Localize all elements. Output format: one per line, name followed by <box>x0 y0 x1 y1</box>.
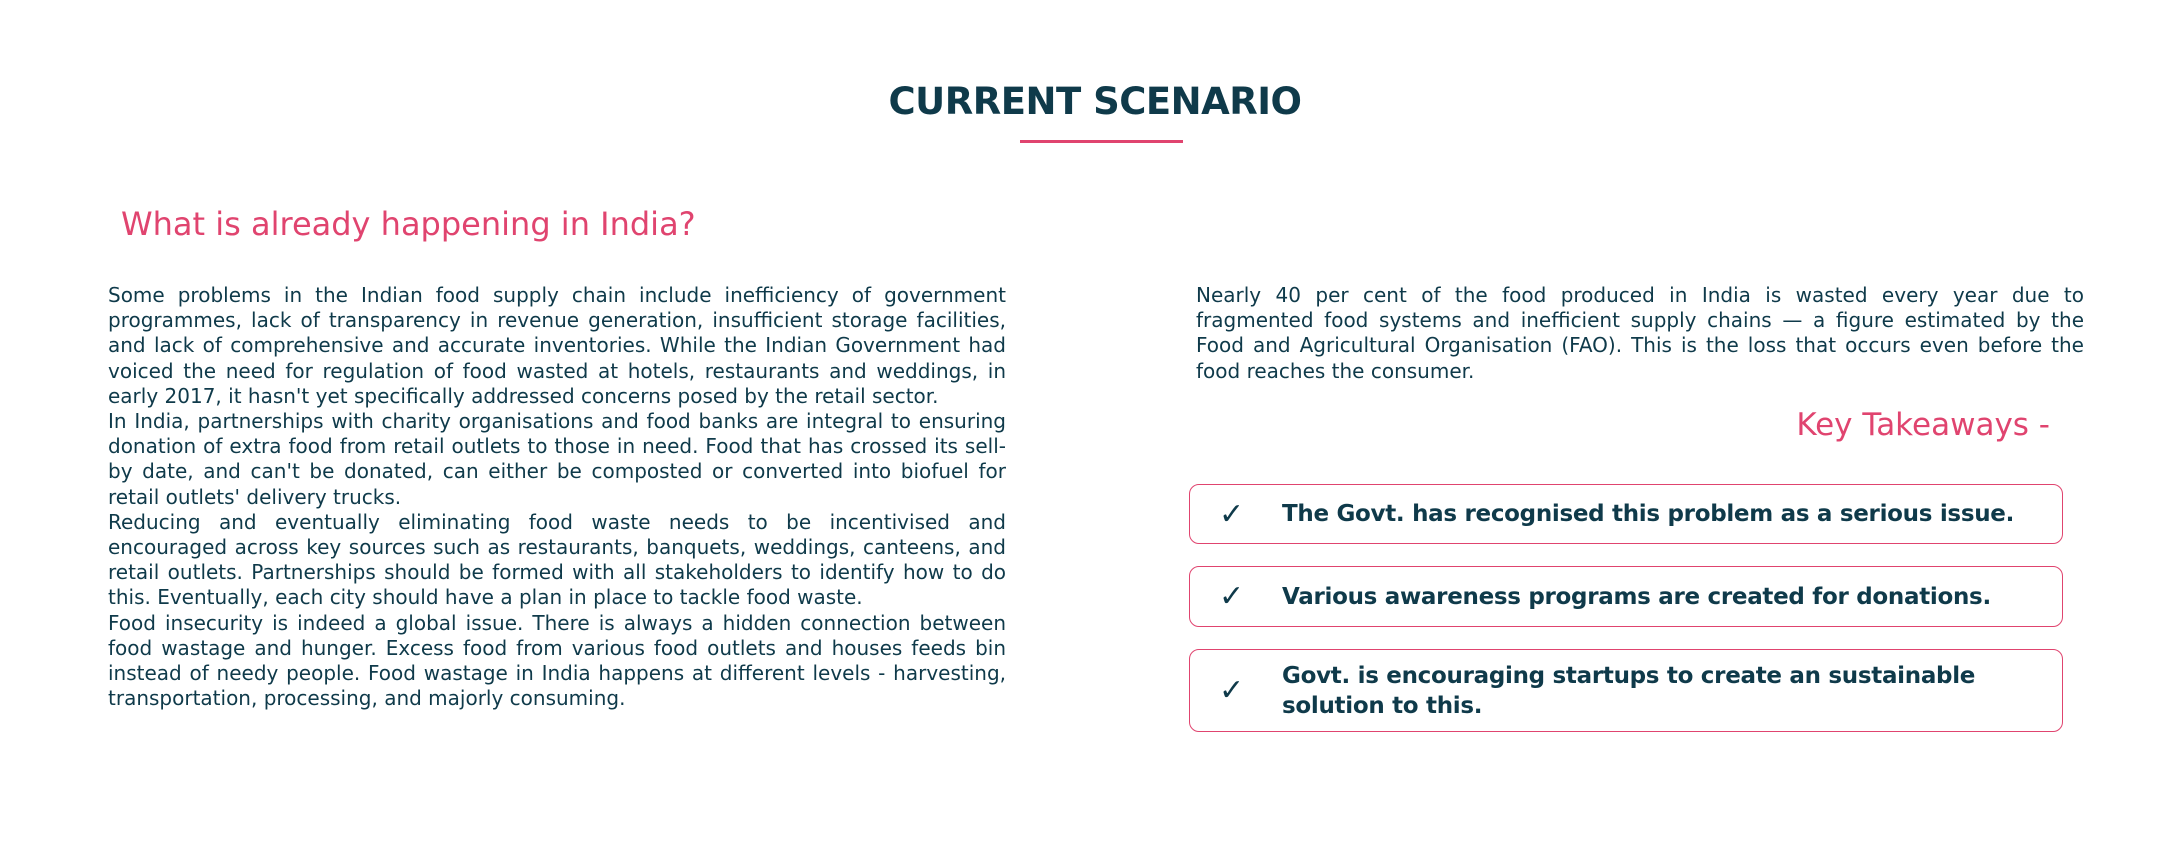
check-icon: ✓ <box>1219 673 1245 708</box>
right-text-column: Nearly 40 per cent of the food produced … <box>1196 283 2084 384</box>
paragraph-partnerships: In India, partnerships with charity orga… <box>108 409 1006 509</box>
check-icon: ✓ <box>1219 496 1245 532</box>
takeaway-text: Govt. is encouraging startups to create … <box>1282 662 1976 719</box>
left-text-column: Some problems in the Indian food supply … <box>108 283 1006 711</box>
paragraph-fao-estimate: Nearly 40 per cent of the food produced … <box>1196 283 2084 383</box>
paragraph-supply-chain: Some problems in the Indian food supply … <box>108 283 1006 408</box>
section-subheading: What is already happening in India? <box>121 205 696 243</box>
takeaway-text: Various awareness programs are created f… <box>1282 583 1991 610</box>
takeaway-card: ✓ The Govt. has recognised this problem … <box>1189 484 2063 544</box>
key-takeaways-heading: Key Takeaways - <box>1796 407 2050 443</box>
takeaway-card: ✓ Various awareness programs are created… <box>1189 566 2063 627</box>
takeaway-text: The Govt. has recognised this problem as… <box>1282 501 2015 527</box>
page-title: CURRENT SCENARIO <box>888 80 1302 123</box>
title-underline <box>1020 140 1183 143</box>
paragraph-food-insecurity: Food insecurity is indeed a global issue… <box>108 610 1006 711</box>
takeaway-card: ✓ Govt. is encouraging startups to creat… <box>1189 649 2063 732</box>
paragraph-reducing-waste: Reducing and eventually eliminating food… <box>108 509 1006 610</box>
check-icon: ✓ <box>1219 579 1245 614</box>
